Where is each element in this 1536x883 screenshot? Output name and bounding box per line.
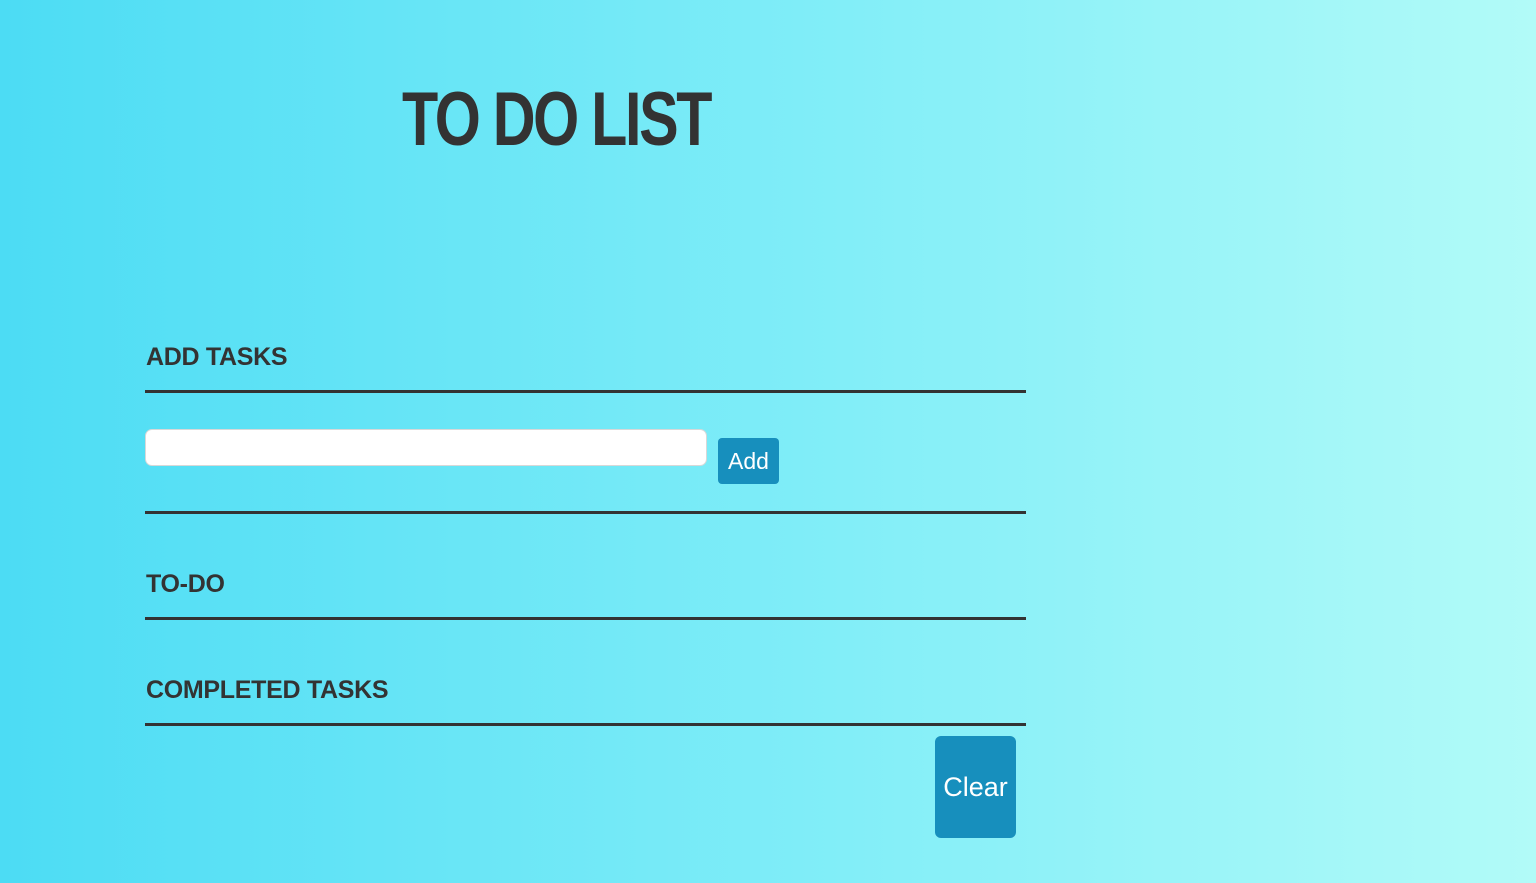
- add-task-button[interactable]: Add: [718, 438, 779, 484]
- todo-divider: [145, 617, 1026, 620]
- completed-tasks-heading: COMPLETED TASKS: [146, 676, 389, 704]
- add-tasks-divider: [145, 390, 1026, 393]
- add-section-bottom-divider: [145, 511, 1026, 514]
- add-tasks-heading: ADD TASKS: [146, 343, 288, 371]
- todo-app: TO DO LIST ADD TASKS Add TO-DO COMPLETED…: [0, 0, 1536, 883]
- clear-button[interactable]: Clear: [935, 736, 1016, 838]
- page-title: TO DO LIST: [402, 77, 712, 162]
- new-task-input[interactable]: [145, 429, 707, 466]
- completed-tasks-divider: [145, 723, 1026, 726]
- todo-heading: TO-DO: [146, 570, 225, 598]
